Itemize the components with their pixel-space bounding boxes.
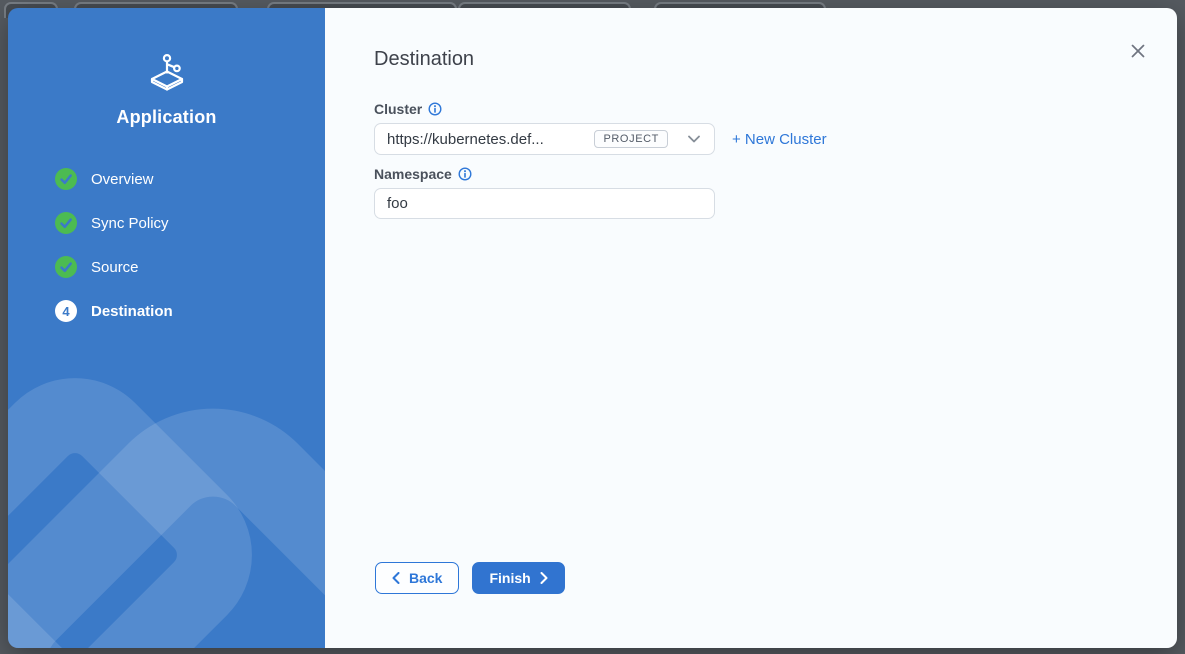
page-title: Destination [374, 46, 1129, 72]
step-overview[interactable]: Overview [55, 168, 325, 190]
project-badge: PROJECT [594, 130, 668, 148]
chevron-down-icon [688, 135, 700, 143]
check-circle-icon [55, 212, 77, 234]
check-circle-icon [55, 256, 77, 278]
step-sync-policy[interactable]: Sync Policy [55, 212, 325, 234]
chevron-right-icon [540, 572, 548, 584]
step-label: Overview [91, 171, 154, 188]
step-label: Source [91, 259, 139, 276]
info-icon[interactable] [428, 102, 442, 116]
info-icon[interactable] [458, 167, 472, 181]
finish-button-label: Finish [489, 570, 530, 586]
wizard-title: Application [8, 107, 325, 128]
finish-button[interactable]: Finish [472, 562, 564, 594]
application-icon [148, 52, 186, 92]
cluster-label-text: Cluster [374, 101, 422, 117]
new-cluster-link[interactable]: + New Cluster [732, 131, 827, 148]
step-label: Sync Policy [91, 215, 169, 232]
step-source[interactable]: Source [55, 256, 325, 278]
back-button[interactable]: Back [375, 562, 459, 594]
close-icon [1131, 44, 1145, 58]
wizard-steps: Overview Sync Policy Source [8, 168, 325, 322]
cluster-select[interactable]: https://kubernetes.def... PROJECT [374, 123, 715, 155]
namespace-input[interactable] [374, 188, 715, 219]
cluster-select-value: https://kubernetes.def... [387, 131, 594, 148]
namespace-label-text: Namespace [374, 166, 452, 182]
cluster-label: Cluster [374, 101, 1129, 117]
namespace-label: Namespace [374, 166, 1129, 182]
wizard-sidebar: Application Overview Sync Policy [8, 8, 325, 648]
chevron-left-icon [392, 572, 400, 584]
cluster-row: https://kubernetes.def... PROJECT + New … [374, 123, 1129, 155]
close-button[interactable] [1128, 41, 1148, 61]
step-number-badge: 4 [55, 300, 77, 322]
destination-step-panel: Destination Cluster https://kubernetes.d… [325, 8, 1177, 648]
step-label: Destination [91, 303, 173, 320]
back-button-label: Back [409, 570, 442, 586]
check-circle-icon [55, 168, 77, 190]
step-destination[interactable]: 4 Destination [55, 300, 325, 322]
wizard-buttons: Back Finish [374, 562, 1129, 594]
application-wizard-dialog: Application Overview Sync Policy [8, 8, 1177, 648]
